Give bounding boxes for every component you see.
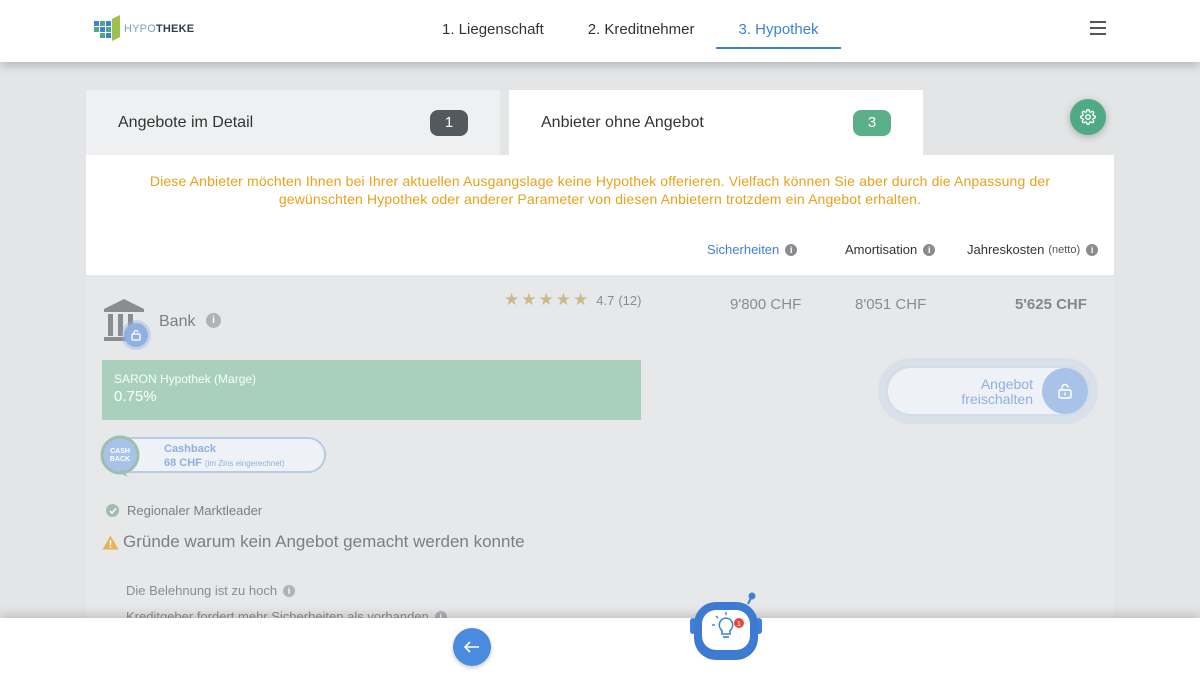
bottom-bar — [0, 618, 1200, 676]
rate-value: 0.75% — [114, 388, 157, 405]
lock-icon — [124, 323, 148, 347]
check-icon — [106, 504, 119, 517]
star-icon: ★ — [538, 290, 554, 309]
count-badge: 1 — [430, 110, 468, 136]
unlock-label-line2: freischalten — [961, 391, 1033, 407]
tab-label: Angebote im Detail — [118, 114, 254, 131]
star-icon: ★ — [504, 290, 520, 309]
hamburger-menu-icon[interactable] — [1088, 21, 1108, 39]
column-header-amortisation: Amortisation i — [845, 242, 936, 257]
step-navigation: 1. Liegenschaft 2. Kreditnehmer 3. Hypot… — [420, 0, 841, 62]
unlock-icon — [1042, 368, 1088, 414]
info-icon[interactable]: i — [206, 313, 221, 328]
jahreskosten-value: 5'625 CHF — [1015, 296, 1087, 313]
unlock-offer-button[interactable]: Angebot freischalten — [886, 366, 1090, 416]
cashback-title: Cashback — [164, 443, 216, 455]
feature-item: Regionaler Marktleader — [106, 503, 262, 518]
cashback-icon-text: BACK — [110, 456, 130, 463]
unlock-label: Angebot freischalten — [908, 377, 1033, 407]
assistant-robot-button[interactable]: 1 — [690, 590, 762, 662]
amortisation-value: 8'051 CHF — [855, 296, 927, 313]
logo-prefix: HYPO — [124, 23, 156, 35]
column-header-sicherheiten[interactable]: Sicherheiten i — [707, 242, 798, 257]
logo-suffix: THEKE — [155, 23, 195, 35]
tab-anbieter-ohne-angebot[interactable]: Anbieter ohne Angebot 3 — [509, 90, 923, 156]
arrow-left-icon — [464, 641, 479, 653]
column-label: Amortisation — [845, 242, 918, 257]
cashback-value: 68 CHF — [164, 457, 202, 469]
reasons-heading: Gründe warum kein Angebot gemacht werden… — [102, 532, 525, 552]
step-kreditnehmer[interactable]: 2. Kreditnehmer — [566, 0, 717, 62]
logo-icon — [94, 15, 120, 41]
settings-button[interactable] — [1070, 99, 1106, 135]
column-note: (netto) — [1048, 243, 1081, 256]
star-icon: ★ — [555, 290, 571, 309]
rating: ★ ★ ★ ★ ★ 4.7 (12) — [504, 291, 641, 309]
gear-icon — [1080, 109, 1096, 125]
bank-name: Bank — [159, 313, 196, 330]
info-icon[interactable]: i — [785, 243, 798, 256]
robot-assistant-icon: 1 — [690, 592, 762, 660]
warning-icon — [102, 535, 119, 549]
info-icon[interactable]: i — [283, 584, 296, 597]
feature-label: Regionaler Marktleader — [127, 503, 263, 518]
column-header-jahreskosten: Jahreskosten (netto) i — [967, 242, 1099, 257]
tab-label: Anbieter ohne Angebot — [541, 114, 704, 131]
sicherheiten-value: 9'800 CHF — [730, 296, 802, 313]
logo[interactable]: HYPOTHEKE — [94, 15, 204, 45]
cashback-icon-text: CASH — [110, 448, 130, 455]
reasons-title: Gründe warum kein Angebot gemacht werden… — [123, 532, 525, 551]
star-icon: ★ — [521, 290, 537, 309]
unlock-label-line1: Angebot — [980, 376, 1033, 392]
rate-label: SARON Hypothek (Marge) — [114, 372, 257, 386]
step-hypothek[interactable]: 3. Hypothek — [716, 0, 841, 62]
notice-panel: Diese Anbieter möchten Ihnen bei Ihrer a… — [86, 155, 1114, 275]
cashback-note: (im Zins eingerechnet) — [204, 459, 285, 468]
count-badge: 3 — [853, 110, 891, 136]
notification-count: 1 — [737, 621, 741, 628]
tab-angebote-im-detail[interactable]: Angebote im Detail 1 — [86, 90, 500, 156]
no-offer-notice: Diese Anbieter möchten Ihnen bei Ihrer a… — [149, 173, 1051, 207]
rating-value: 4.7 — [596, 292, 615, 308]
logo-text: HYPOTHEKE — [124, 23, 194, 35]
back-button[interactable] — [453, 628, 491, 666]
star-icon: ★ — [573, 290, 589, 309]
interest-rate-box: SARON Hypothek (Marge) 0.75% — [102, 360, 641, 420]
reason-label: Die Belehnung ist zu hoch — [126, 583, 278, 598]
reason-item: Die Belehnung ist zu hoch i — [126, 583, 296, 598]
step-liegenschaft[interactable]: 1. Liegenschaft — [420, 0, 566, 62]
info-icon[interactable]: i — [1086, 243, 1099, 256]
provider-card: Bank i ★ ★ ★ ★ ★ 4.7 (12) 9'800 CHF 8'05… — [86, 277, 1114, 624]
review-count: (12) — [618, 292, 642, 308]
info-icon[interactable]: i — [923, 243, 936, 256]
cashback-badge: CASH BACK Cashback 68 CHF (im Zins einge… — [100, 435, 326, 477]
top-bar: HYPOTHEKE 1. Liegenschaft 2. Kreditnehme… — [0, 0, 1200, 62]
column-label: Sicherheiten — [707, 242, 780, 257]
column-label: Jahreskosten — [967, 242, 1045, 257]
cashback-amount: 68 CHF (im Zins eingerechnet) — [164, 457, 285, 469]
cashback-icon: CASH BACK — [100, 435, 140, 477]
